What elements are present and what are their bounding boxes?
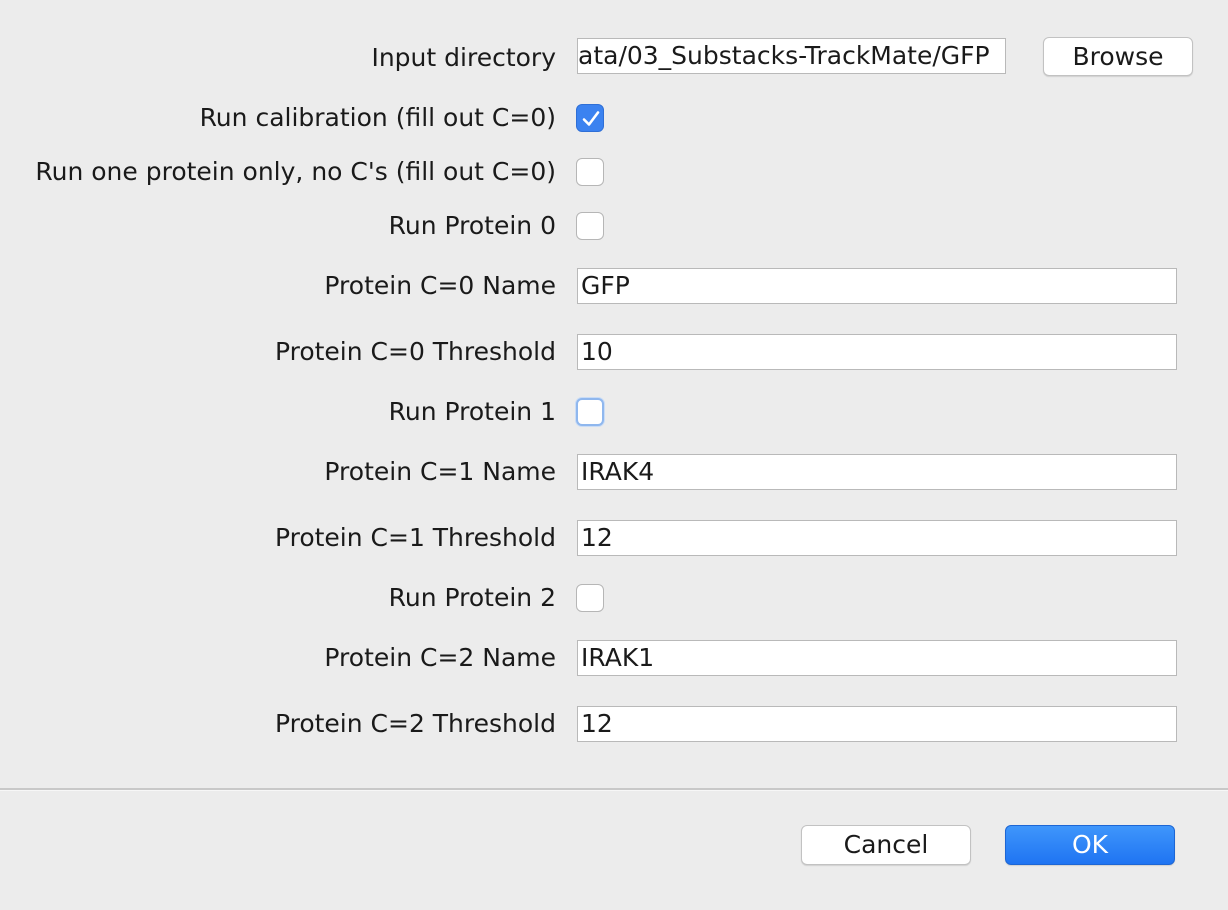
- run-protein-1-checkbox[interactable]: [576, 398, 604, 426]
- protein-0-threshold-field[interactable]: 10: [577, 334, 1177, 370]
- protein-1-threshold-field[interactable]: 12: [577, 520, 1177, 556]
- cancel-button[interactable]: Cancel: [801, 825, 971, 865]
- protein-0-threshold-label: Protein C=0 Threshold: [274, 337, 556, 366]
- checkmark-icon: [582, 111, 600, 126]
- input-directory-label: Input directory: [371, 43, 556, 72]
- protein-2-threshold-label: Protein C=2 Threshold: [274, 709, 556, 738]
- protein-2-name-label: Protein C=2 Name: [324, 643, 556, 672]
- protein-2-threshold-field[interactable]: 12: [577, 706, 1177, 742]
- protein-0-name-field[interactable]: GFP: [577, 268, 1177, 304]
- browse-button[interactable]: Browse: [1043, 37, 1193, 76]
- protein-0-name-label: Protein C=0 Name: [324, 271, 556, 300]
- run-protein-0-label: Run Protein 0: [388, 211, 556, 240]
- protein-1-name-label: Protein C=1 Name: [324, 457, 556, 486]
- ok-button[interactable]: OK: [1005, 825, 1175, 865]
- run-protein-2-checkbox[interactable]: [576, 584, 604, 612]
- run-calibration-label: Run calibration (fill out C=0): [199, 103, 556, 132]
- protein-1-name-field[interactable]: IRAK4: [577, 454, 1177, 490]
- footer-separator: [0, 788, 1228, 791]
- run-one-protein-checkbox[interactable]: [576, 158, 604, 186]
- protein-2-name-field[interactable]: IRAK1: [577, 640, 1177, 676]
- run-protein-0-checkbox[interactable]: [576, 212, 604, 240]
- run-one-protein-label: Run one protein only, no C's (fill out C…: [35, 157, 556, 186]
- input-directory-field[interactable]: ata/03_Substacks-TrackMate/GFP: [577, 38, 1006, 74]
- protein-1-threshold-label: Protein C=1 Threshold: [274, 523, 556, 552]
- run-calibration-checkbox[interactable]: [576, 104, 604, 132]
- run-protein-2-label: Run Protein 2: [388, 583, 556, 612]
- input-directory-value: ata/03_Substacks-TrackMate/GFP: [578, 41, 990, 70]
- run-protein-1-label: Run Protein 1: [388, 397, 556, 426]
